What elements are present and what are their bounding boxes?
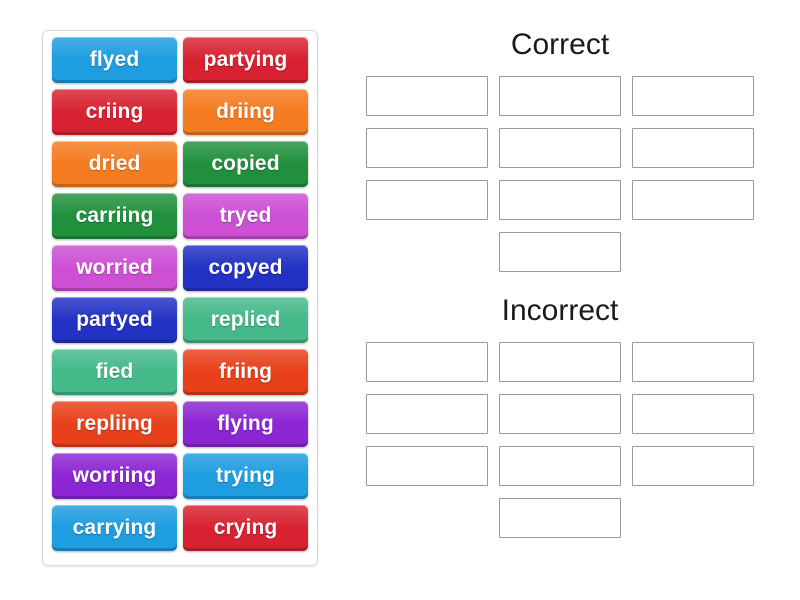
drop-slot[interactable]	[499, 498, 621, 538]
word-tile[interactable]: crying	[183, 505, 308, 551]
word-tile-label: trying	[216, 464, 275, 487]
drop-slot[interactable]	[499, 342, 621, 382]
word-tile[interactable]: criing	[52, 89, 177, 135]
word-tile[interactable]: fied	[52, 349, 177, 395]
drop-slot[interactable]	[366, 394, 488, 434]
drop-slot[interactable]	[499, 394, 621, 434]
word-tile-label: crying	[213, 516, 278, 539]
drop-slot[interactable]	[499, 446, 621, 486]
drop-slot[interactable]	[632, 342, 754, 382]
drop-slot[interactable]	[632, 76, 754, 116]
drop-zones-container: Correct Incorrect	[350, 28, 770, 538]
word-tile-label: worriing	[72, 464, 157, 487]
drop-slot[interactable]	[632, 128, 754, 168]
word-tile-label: criing	[85, 100, 144, 123]
word-tile-label: partying	[203, 48, 288, 71]
drop-slot[interactable]	[499, 232, 621, 272]
word-tile-label: tryed	[219, 204, 272, 227]
word-tile[interactable]: tryed	[183, 193, 308, 239]
drop-zone-group: Incorrect	[350, 294, 770, 538]
word-tile[interactable]: replied	[183, 297, 308, 343]
word-tile[interactable]: partying	[183, 37, 308, 83]
drop-slot[interactable]	[499, 180, 621, 220]
word-tile-tray: flyed partying criing driing dried copied carr…	[42, 30, 318, 566]
drop-slot[interactable]	[366, 128, 488, 168]
word-tile-label: replied	[210, 308, 281, 331]
word-tile-label: friing	[218, 360, 273, 383]
word-tile-label: flying	[217, 412, 274, 435]
word-tile[interactable]: copyed	[183, 245, 308, 291]
drop-slot[interactable]	[632, 180, 754, 220]
word-tile[interactable]: worriing	[52, 453, 177, 499]
drop-slot[interactable]	[499, 128, 621, 168]
word-tile[interactable]: partyed	[52, 297, 177, 343]
drop-zone-title: Incorrect	[501, 294, 619, 327]
word-tile-label: flyed	[89, 48, 140, 71]
drop-slot[interactable]	[366, 446, 488, 486]
word-tile-label: dried	[88, 152, 141, 175]
word-tile[interactable]: driing	[183, 89, 308, 135]
word-tile[interactable]: carriing	[52, 193, 177, 239]
word-tile[interactable]: carrying	[52, 505, 177, 551]
drop-slot[interactable]	[632, 446, 754, 486]
word-tile-label: repliing	[76, 412, 153, 435]
word-tile-label: partyed	[76, 308, 153, 331]
drop-slot[interactable]	[366, 180, 488, 220]
drop-zone-title: Correct	[510, 28, 610, 61]
word-tile[interactable]: trying	[183, 453, 308, 499]
word-tile-label: carriing	[75, 204, 154, 227]
word-tile-label: copyed	[208, 256, 283, 279]
drop-slot[interactable]	[499, 76, 621, 116]
word-tile-label: worried	[76, 256, 153, 279]
drop-slot[interactable]	[632, 394, 754, 434]
word-tile[interactable]: copied	[183, 141, 308, 187]
word-tile-grid: flyed partying criing driing dried copied carr…	[48, 37, 312, 551]
word-tile[interactable]: flyed	[52, 37, 177, 83]
drop-slot[interactable]	[366, 76, 488, 116]
word-tile[interactable]: worried	[52, 245, 177, 291]
word-tile[interactable]: friing	[183, 349, 308, 395]
word-tile-label: fied	[95, 360, 134, 383]
word-tile[interactable]: flying	[183, 401, 308, 447]
word-tile[interactable]: repliing	[52, 401, 177, 447]
word-tile-label: carrying	[72, 516, 157, 539]
word-tile[interactable]: dried	[52, 141, 177, 187]
drop-slot-grid	[350, 76, 770, 272]
word-tile-label: driing	[216, 100, 275, 123]
word-tile-label: copied	[211, 152, 280, 175]
drop-slot-grid	[350, 342, 770, 538]
drop-slot[interactable]	[366, 342, 488, 382]
drop-zone-group: Correct	[350, 28, 770, 272]
